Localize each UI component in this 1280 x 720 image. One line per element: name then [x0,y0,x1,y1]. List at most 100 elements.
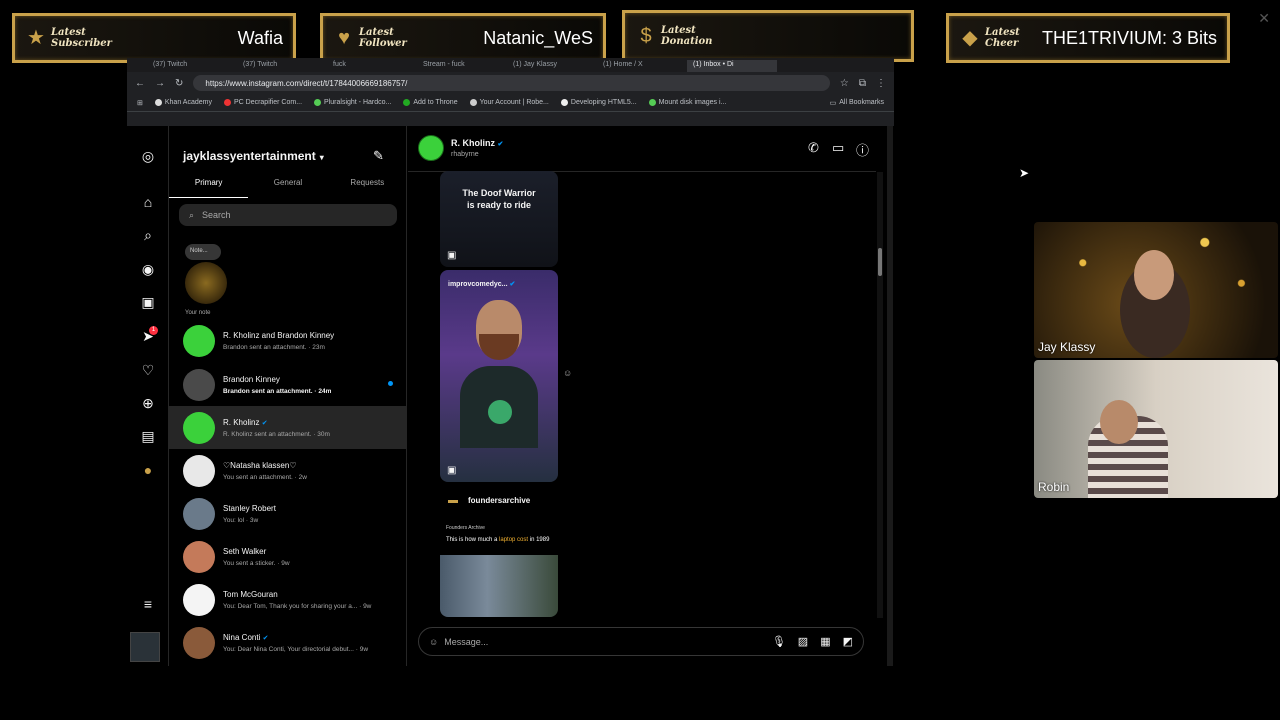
bookmarks-bar: ⊞ Khan Academy PC Decrapifier Com... Plu… [127,94,894,112]
post-source: Founders Archive [446,525,485,531]
message-placeholder: Message... [444,636,489,647]
bookmark[interactable]: Developing HTML5... [560,99,637,106]
browser-tab[interactable]: fuck [327,60,417,72]
notifications-heart-icon[interactable]: ♡ [140,362,156,378]
alert-label: Latest Cheer [985,27,1020,49]
dashboard-icon[interactable]: ▤ [140,428,156,444]
conversation-item-selected[interactable]: R. Kholinz ✔ R. Kholinz sent an attachmen… [169,406,406,449]
account-logo-icon: ▬ [448,495,458,506]
close-icon[interactable]: ✕ [1258,10,1270,27]
person-face [1134,250,1174,300]
shared-post-header[interactable]: ▬ foundersarchive [448,495,530,506]
reel-caption: The Doof Warrior is ready to ride [462,188,536,210]
search-icon[interactable]: ⌕ [140,227,156,243]
alert-value: THE1TRIVIUM: 3 Bits [1041,27,1217,48]
reload-icon[interactable]: ↻ [175,78,183,89]
your-note[interactable]: Note... Your note [185,244,227,316]
react-emoji-icon[interactable]: ☺ [563,368,572,378]
avatar[interactable] [418,135,444,161]
tab-general[interactable]: General [248,178,327,198]
browser-tab[interactable]: (1) Jay Klassy [507,60,597,72]
shared-post[interactable]: Founders Archive This is how much a lapt… [440,519,558,617]
conversation-item[interactable]: Seth Walker You sent a sticker. · 9w [169,535,406,578]
post-title: This is how much a laptop cost in 1989 [446,537,550,543]
bookmark[interactable]: PC Decrapifier Com... [223,99,302,106]
reels-icon[interactable]: ▣ [140,294,156,310]
verified-badge-icon: ✔ [497,141,504,148]
image-icon[interactable]: ▨ [798,635,808,648]
diamond-icon: ◆ [962,27,978,49]
star-icon[interactable]: ☆ [840,78,849,89]
tab-requests[interactable]: Requests [328,178,406,198]
post-thumbnail [440,555,558,617]
more-menu-icon[interactable]: ≡ [140,596,156,612]
conversation-item[interactable]: Nina Conti ✔ You: Dear Nina Conti, Your d… [169,621,406,664]
microphone-icon[interactable]: 🎙 [772,635,786,648]
avatar [183,324,215,357]
explore-icon[interactable]: ◉ [140,261,156,277]
bookmark[interactable]: Your Account | Robe... [469,99,549,106]
home-icon[interactable]: ⌂ [140,194,156,210]
emoji-icon[interactable]: ☺ [429,637,438,647]
search-input[interactable]: ⌕ Search [179,204,397,226]
back-icon[interactable]: ← [135,78,145,89]
phone-icon[interactable]: ✆ [808,140,819,156]
gif-icon[interactable]: ▦ [820,635,830,648]
bookmark[interactable]: Mount disk images i... [648,99,726,106]
menu-icon[interactable]: ⋮ [876,78,886,89]
page-scrollbar[interactable] [887,126,893,666]
address-bar[interactable]: https://www.instagram.com/direct/t/17844… [193,75,830,91]
conversation-item[interactable]: R. Kholinz and Brandon Kinney Brandon sen… [169,319,406,362]
conversation-item[interactable]: Tom McGouran You: Dear Tom, Thank you for… [169,578,406,621]
forward-icon[interactable]: → [155,78,165,89]
browser-tab[interactable]: Stream - fuck [417,60,507,72]
folder-icon: ▭ [829,99,837,107]
avatar[interactable] [130,632,160,662]
info-icon[interactable]: ⓘ [856,140,869,159]
all-bookmarks[interactable]: ▭ All Bookmarks [830,99,884,107]
compose-icon[interactable]: ✎ [373,148,384,164]
chat-contact-name[interactable]: R. Kholinz ✔ [451,138,503,148]
inbox-panel: jayklassyentertainment ▾ ✎ Primary Genera… [169,126,407,666]
browser-tab[interactable]: (1) Home / X [597,60,687,72]
latest-subscriber-alert: ★ Latest Subscriber Wafia [12,13,296,63]
shared-reel[interactable]: improvcomedyc... ✔ ▣ [440,270,558,482]
message-input[interactable]: ☺ Message... 🎙 ▨ ▦ ◩ [418,627,864,656]
video-call-icon[interactable]: ▭ [832,140,844,156]
mouse-cursor-icon: ➤ [1019,166,1030,180]
note-bubble: Note... [185,244,221,260]
inbox-tabs: Primary General Requests [169,178,406,198]
conversation-item[interactable]: Brandon Kinney Brandon sent an attachment… [169,363,406,406]
shared-reel[interactable]: The Doof Warrior is ready to ride ▣ [440,171,558,267]
heart-icon: ♥ [338,27,350,49]
browser-tab[interactable]: (37) Twitch [147,60,237,72]
note-caption: Your note [185,310,211,316]
instagram-logo-icon[interactable]: ◎ [140,148,156,164]
conversation-item[interactable]: Stanley Robert You: lol · 3w [169,492,406,535]
webcam-feed: Robin [1034,360,1278,498]
apps-icon[interactable]: ⊞ [137,99,143,107]
extensions-icon[interactable]: ⧉ [859,78,866,89]
nav-rail: ◎ ⌂ ⌕ ◉ ▣ ➤ 1 ♡ ⊕ ▤ ● ≡ [127,126,169,666]
create-icon[interactable]: ⊕ [140,395,156,411]
webcam-label: Robin [1038,480,1070,494]
browser-tab-active[interactable]: (1) Inbox • Di [687,60,777,72]
webcam-feed: Jay Klassy [1034,222,1278,358]
tab-strip: (37) Twitch (37) Twitch fuck Stream - fu… [127,58,894,72]
search-placeholder: Search [202,210,231,220]
verified-badge-icon: ✔ [262,634,269,642]
account-switcher[interactable]: jayklassyentertainment ▾ [183,149,324,163]
tab-primary[interactable]: Primary [169,178,249,198]
bookmark[interactable]: Khan Academy [154,99,212,106]
bookmark[interactable]: Pluralsight - Hardco... [314,99,391,106]
sticker-icon[interactable]: ◩ [843,635,853,648]
browser-tab[interactable]: (37) Twitch [237,60,327,72]
avatar [183,454,215,487]
alert-label: Latest Subscriber [51,27,112,49]
browser-toolbar: ← → ↻ https://www.instagram.com/direct/t… [127,72,894,94]
bookmark[interactable]: Add to Throne [403,99,458,106]
profile-icon[interactable]: ● [140,462,156,478]
unread-dot [388,381,393,386]
conversation-item[interactable]: ♡Natasha klassen♡ You sent an attachment.… [169,449,406,492]
scrollbar[interactable] [877,172,883,618]
